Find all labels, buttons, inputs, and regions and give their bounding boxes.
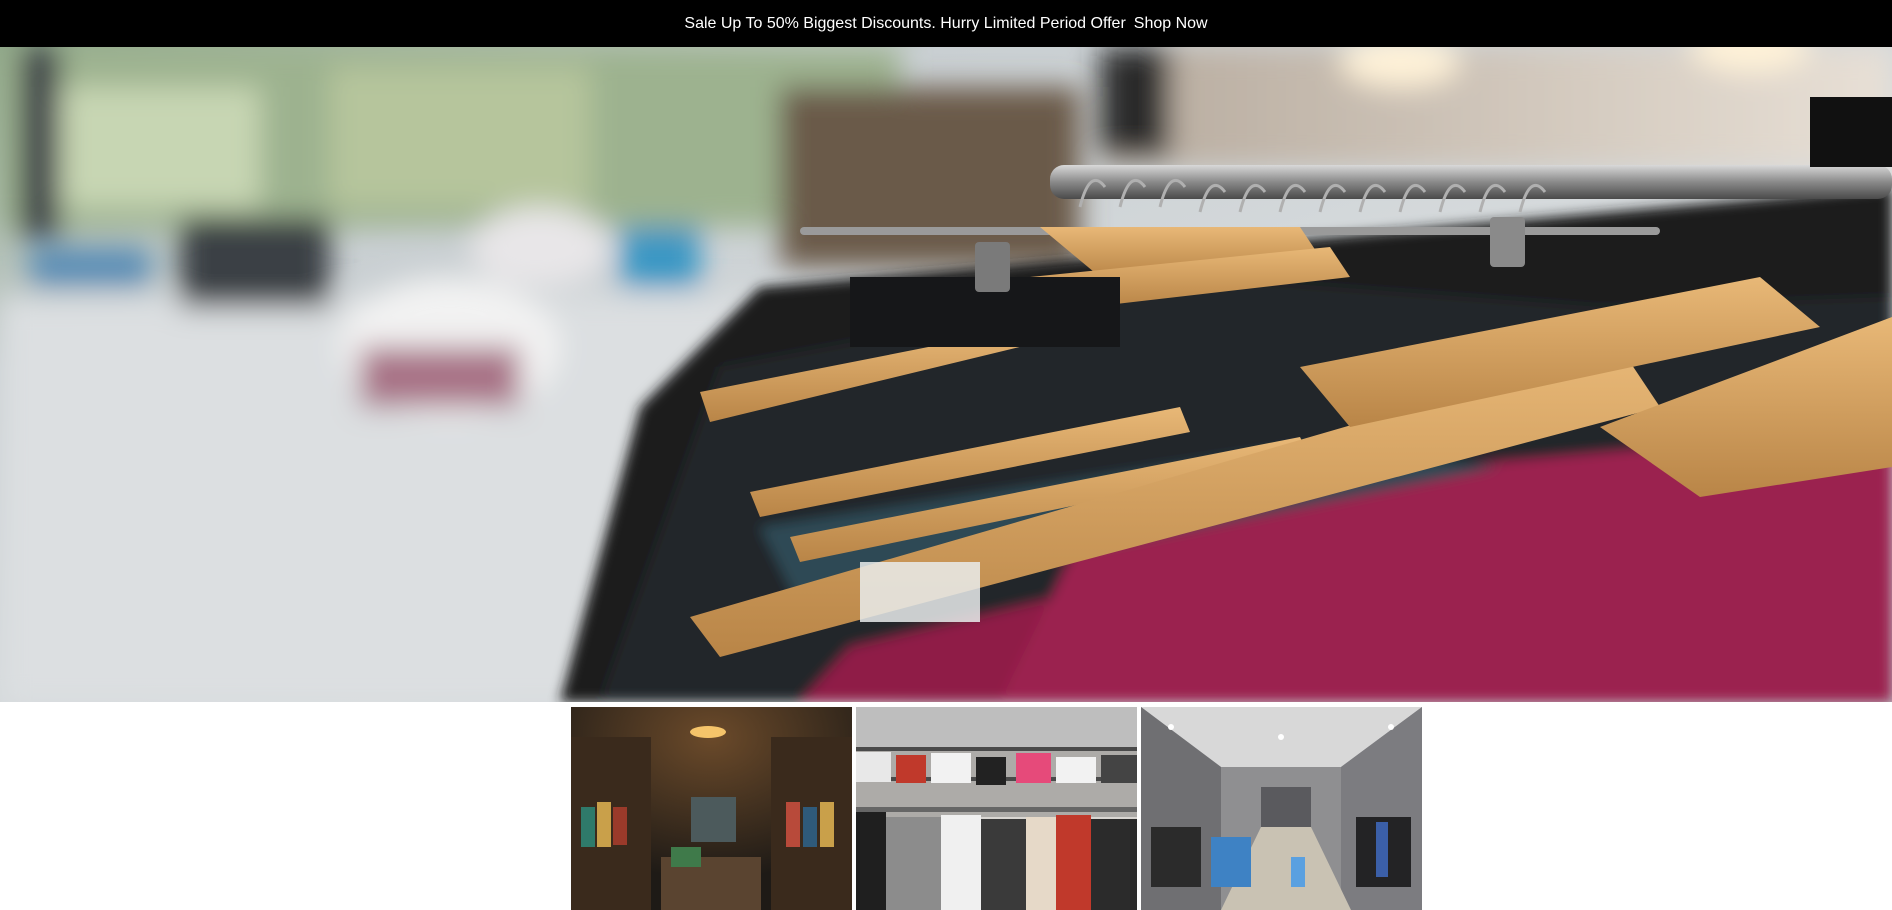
announcement-text: Sale Up To 50% Biggest Discounts. Hurry … [684, 14, 1126, 32]
gallery-image-clothing-racks-store[interactable] [856, 707, 1137, 910]
gallery-row [571, 707, 1422, 910]
gallery-image-boutique-interior[interactable] [571, 707, 852, 910]
gallery-image-modern-menswear-store[interactable] [1141, 707, 1422, 910]
hero-banner-image [0, 47, 1892, 702]
shop-now-link[interactable]: Shop Now [1134, 15, 1208, 33]
announcement-bar: Sale Up To 50% Biggest Discounts. Hurry … [0, 0, 1892, 47]
